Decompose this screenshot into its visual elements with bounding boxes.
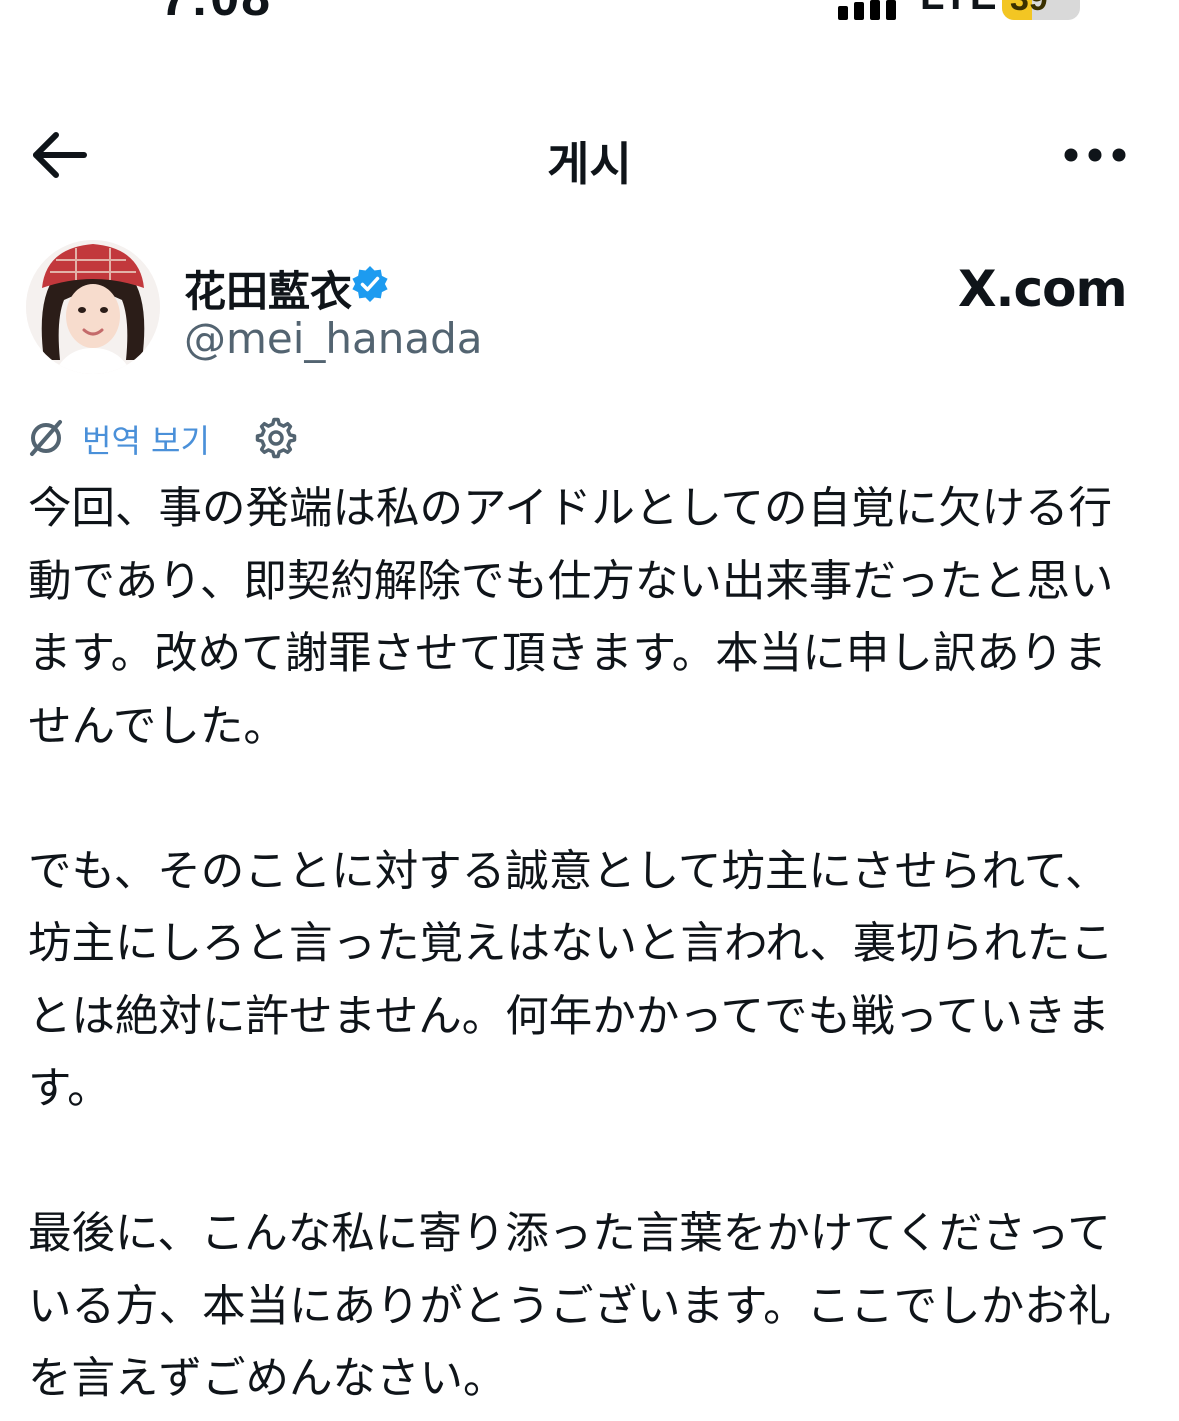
cellular-signal-icon bbox=[838, 0, 896, 20]
status-time: 7:08 bbox=[160, 0, 272, 28]
tweet-line: いる方、本当にありがとうございます。ここでしかお礼 bbox=[28, 1281, 1112, 1332]
source-logo: X.com bbox=[958, 260, 1128, 318]
page-title: 게시 bbox=[547, 137, 632, 191]
tweet-line: 今回、事の発端は私のアイドルとしての自覚に欠ける行 bbox=[28, 484, 1113, 534]
tweet-line: を言えずごめんなさい。 bbox=[28, 1354, 507, 1404]
tweet-line: 坊主にしろと言った覚えはないと言われ、裏切られたこ bbox=[28, 919, 1114, 969]
author-name[interactable]: 花田藍衣 bbox=[184, 258, 352, 319]
translate-row: 번역 보기 bbox=[26, 412, 326, 462]
gear-icon[interactable] bbox=[254, 416, 298, 460]
tweet-line: せんでした。 bbox=[28, 701, 287, 752]
tweet-line: 動であり、即契約解除でも仕方ない出来事だったと思い bbox=[28, 556, 1114, 607]
more-horizontal-icon bbox=[1064, 148, 1126, 162]
tweet-line: ます。改めて謝罪させて頂きます。本当に申し訳ありま bbox=[28, 629, 1107, 679]
tweet-text: 今回、事の発端は私のアイドルとしての自覚に欠ける行 動であり、即契約解除でも仕方な… bbox=[28, 473, 1153, 1416]
author-handle[interactable]: @mei_hanada bbox=[184, 314, 483, 363]
more-options-button[interactable] bbox=[1062, 140, 1128, 170]
tweet-line: す。 bbox=[28, 1064, 111, 1114]
nav-header: 게시 bbox=[0, 110, 1179, 200]
status-bar: 7:08 LTE 39 bbox=[0, 0, 1179, 30]
network-type: LTE bbox=[920, 0, 999, 19]
avatar[interactable] bbox=[26, 240, 160, 374]
battery-indicator: 39 bbox=[1002, 0, 1080, 20]
tweet-line: とは絶対に許せません。何年かかってでも戦っていきま bbox=[28, 991, 1110, 1042]
verified-badge-icon bbox=[352, 266, 388, 302]
avatar-image bbox=[26, 240, 160, 374]
translate-link[interactable]: 번역 보기 bbox=[82, 416, 210, 462]
tweet-line: でも、そのことに対する誠意として坊主にさせられて、 bbox=[28, 846, 1109, 897]
translate-icon bbox=[30, 420, 62, 456]
battery-percent: 39 bbox=[1010, 0, 1048, 19]
tweet-line: 最後に、こんな私に寄り添った言葉をかけてくださって bbox=[28, 1209, 1111, 1259]
